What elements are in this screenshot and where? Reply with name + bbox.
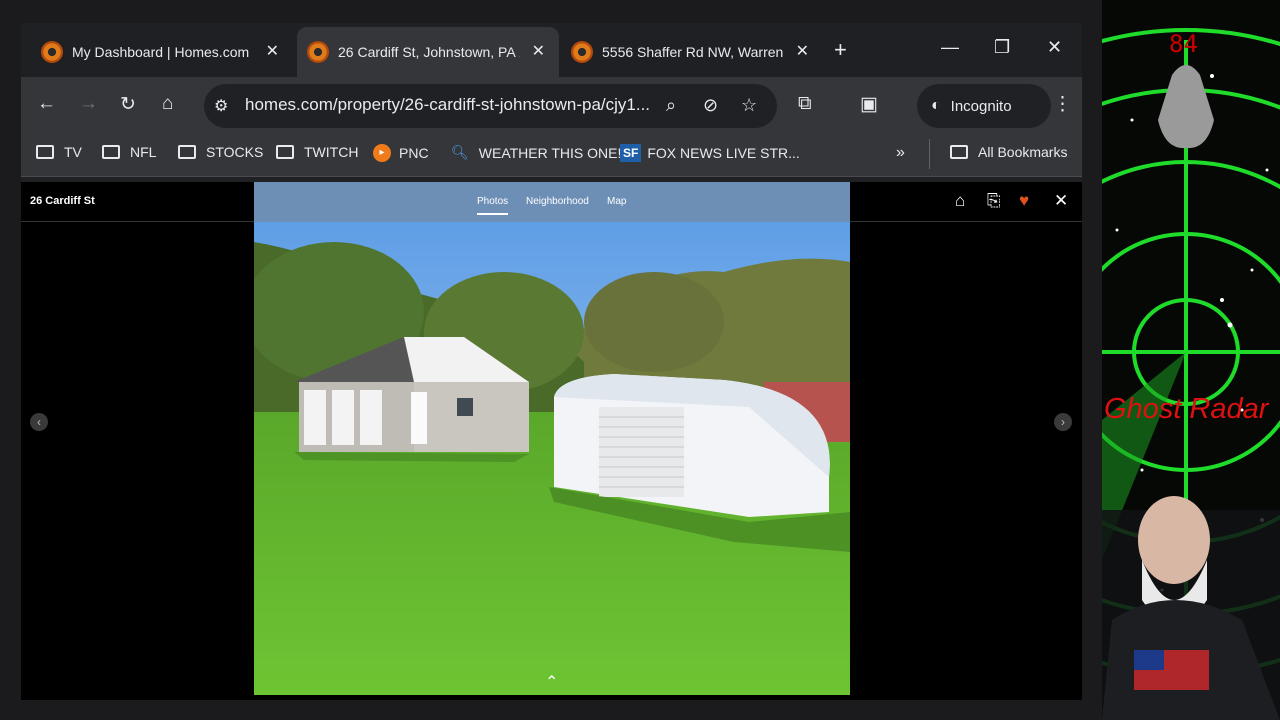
bookmark-fox-news[interactable]: SF FOX NEWS LIVE STR...	[620, 144, 800, 162]
extensions-icon[interactable]: ⧉	[798, 93, 812, 115]
tab-neighborhood[interactable]: Neighborhood	[526, 196, 589, 207]
tab-photos[interactable]: Photos	[477, 196, 509, 215]
more-bookmarks-chevron-icon[interactable]: »	[896, 144, 905, 162]
tab-shaffer-rd[interactable]: 5556 Shaffer Rd NW, Warren, ✕	[561, 27, 823, 77]
home-icon[interactable]: ⌂	[162, 93, 173, 115]
side-panel-icon[interactable]: ▣	[860, 93, 878, 116]
close-tab-icon[interactable]: ✕	[796, 41, 809, 61]
next-photo-arrow-icon[interactable]: ›	[1054, 413, 1072, 431]
photo-garages-yard	[254, 222, 850, 695]
tab-title: 26 Cardiff St, Johnstown, PA 1	[338, 44, 520, 60]
photo-gallery: 26 Cardiff St Photos Neighborhood Map ⌂ …	[21, 182, 1082, 700]
radar-title: Ghost Radar	[1104, 393, 1269, 425]
incognito-label: Incognito	[950, 97, 1012, 115]
tab-title: My Dashboard | Homes.com	[72, 44, 250, 60]
gallery-header: 26 Cardiff St Photos Neighborhood Map ⌂ …	[21, 182, 1082, 222]
close-tab-icon[interactable]: ✕	[532, 41, 545, 61]
tracking-protection-icon[interactable]: ⊘	[703, 95, 718, 116]
homes-favicon-icon	[41, 41, 63, 63]
bookmark-pnc[interactable]: ▸ PNC	[373, 144, 429, 162]
folder-icon	[102, 145, 120, 159]
bookmark-label: PNC	[399, 145, 429, 161]
zoom-icon[interactable]: ⌕	[666, 95, 676, 116]
bookmark-label: STOCKS	[206, 144, 264, 160]
ghost-radar-overlay: 84 Ghost Radar	[1102, 0, 1280, 720]
address-bar[interactable]: ⚙ homes.com/property/26-cardiff-st-johns…	[204, 84, 777, 128]
tab-my-dashboard[interactable]: My Dashboard | Homes.com ✕	[21, 27, 293, 77]
browser-window: My Dashboard | Homes.com ✕ 26 Cardiff St…	[21, 23, 1082, 700]
property-photo	[254, 222, 850, 695]
reload-icon[interactable]: ↻	[120, 93, 136, 116]
home-value-icon[interactable]: ⌂	[955, 191, 965, 211]
folder-icon	[950, 145, 968, 159]
folder-icon	[178, 145, 196, 159]
site-info-icon[interactable]: ⚙	[214, 96, 228, 116]
sf-icon: SF	[620, 144, 642, 162]
folder-icon	[276, 145, 294, 159]
bookmark-label: TV	[64, 144, 82, 160]
bookmark-weather[interactable]: 🔍︎ WEATHER THIS ONE!	[451, 144, 621, 161]
homes-favicon-icon	[307, 41, 329, 63]
close-gallery-icon[interactable]: ✕	[1054, 191, 1068, 211]
url-text[interactable]: homes.com/property/26-cardiff-st-johnsto…	[245, 95, 650, 115]
window-close-icon[interactable]: ✕	[1047, 37, 1062, 58]
favorite-heart-icon[interactable]: ♥	[1019, 191, 1029, 211]
tab-26-cardiff[interactable]: 26 Cardiff St, Johnstown, PA 1 ✕	[297, 27, 559, 77]
new-tab-icon[interactable]: +	[834, 37, 847, 63]
bookmark-label: FOX NEWS LIVE STR...	[647, 145, 800, 161]
incognito-icon: ◐	[931, 97, 941, 114]
bookmark-twitch[interactable]: TWITCH	[276, 144, 358, 160]
incognito-indicator[interactable]: ◐ Incognito	[917, 84, 1051, 128]
homes-favicon-icon	[571, 41, 593, 63]
folder-icon	[36, 145, 54, 159]
bookmarks-bar: TV NFL STOCKS TWITCH ▸ PNC 🔍︎ WEATHER THIS…	[21, 133, 1082, 177]
bookmark-star-icon[interactable]: ☆	[741, 95, 757, 116]
tab-strip: My Dashboard | Homes.com ✕ 26 Cardiff St…	[21, 23, 1082, 77]
bookmark-label: TWITCH	[304, 144, 359, 160]
expand-up-chevron-icon[interactable]: ⌃	[545, 672, 558, 692]
bookmark-label: WEATHER THIS ONE!	[478, 144, 622, 161]
share-icon[interactable]: ⎘	[987, 191, 1001, 211]
restore-icon[interactable]: ❐	[994, 37, 1010, 58]
back-icon[interactable]: ←	[37, 93, 56, 115]
tab-map[interactable]: Map	[607, 196, 626, 207]
property-title: 26 Cardiff St	[30, 195, 95, 207]
gallery-tabs: Photos Neighborhood Map	[254, 182, 850, 222]
tab-title: 5556 Shaffer Rd NW, Warren,	[602, 44, 784, 60]
prev-photo-arrow-icon[interactable]: ‹	[30, 413, 48, 431]
bookmark-nfl[interactable]: NFL	[102, 144, 156, 160]
radar-number: 84	[1169, 30, 1198, 58]
all-bookmarks[interactable]: All Bookmarks	[950, 144, 1067, 160]
bookmark-stocks[interactable]: STOCKS	[178, 144, 263, 160]
bookmark-tv[interactable]: TV	[36, 144, 82, 160]
toolbar: ← → ↻ ⌂ ⚙ homes.com/property/26-cardiff-…	[21, 77, 1082, 133]
menu-kebab-icon[interactable]: ⋮	[1053, 93, 1072, 116]
separator	[929, 139, 930, 169]
weather-icon: 🔍︎	[451, 144, 469, 160]
forward-icon[interactable]: →	[79, 93, 98, 115]
radar-graphic	[1102, 0, 1280, 720]
close-tab-icon[interactable]: ✕	[266, 41, 279, 61]
minimize-icon[interactable]: —	[941, 37, 959, 58]
bookmark-label: NFL	[130, 144, 157, 160]
pnc-icon: ▸	[373, 144, 391, 162]
bookmark-label: All Bookmarks	[978, 144, 1068, 160]
